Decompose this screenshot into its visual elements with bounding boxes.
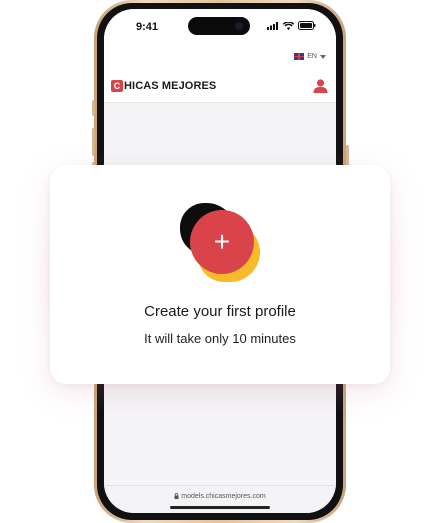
card-title: Create your first profile <box>144 303 296 320</box>
card-subtitle: It will take only 10 minutes <box>144 331 296 346</box>
status-icons <box>267 21 316 30</box>
site-header: EN C HICAS MEJORES <box>104 47 336 103</box>
caret-down-icon <box>320 54 326 59</box>
home-indicator <box>170 506 270 509</box>
signal-icon <box>267 21 278 30</box>
lock-icon <box>174 492 179 499</box>
logo-initial: C <box>111 80 123 92</box>
url-label: models.chicasmejores.com <box>181 493 266 500</box>
status-bar: 9:41 <box>104 9 336 47</box>
phone-mute-switch <box>92 100 95 116</box>
url-text: models.chicasmejores.com <box>104 492 336 500</box>
phone-volume-up <box>92 128 95 156</box>
uk-flag-icon <box>294 53 305 60</box>
create-profile-card: + Create your first profile It will take… <box>50 165 390 384</box>
language-selector[interactable]: EN <box>294 53 326 60</box>
wifi-icon <box>283 21 294 30</box>
logo-text: HICAS MEJORES <box>124 80 217 92</box>
language-label: EN <box>307 53 317 60</box>
browser-url-bar[interactable]: models.chicasmejores.com <box>104 485 336 513</box>
site-logo[interactable]: C HICAS MEJORES <box>111 80 216 92</box>
battery-icon <box>298 21 316 30</box>
status-time: 9:41 <box>136 21 159 33</box>
user-icon[interactable] <box>313 79 328 93</box>
dynamic-island <box>188 17 250 35</box>
add-profile-button[interactable]: + <box>190 210 254 274</box>
add-profile-graphic: + <box>180 202 262 282</box>
